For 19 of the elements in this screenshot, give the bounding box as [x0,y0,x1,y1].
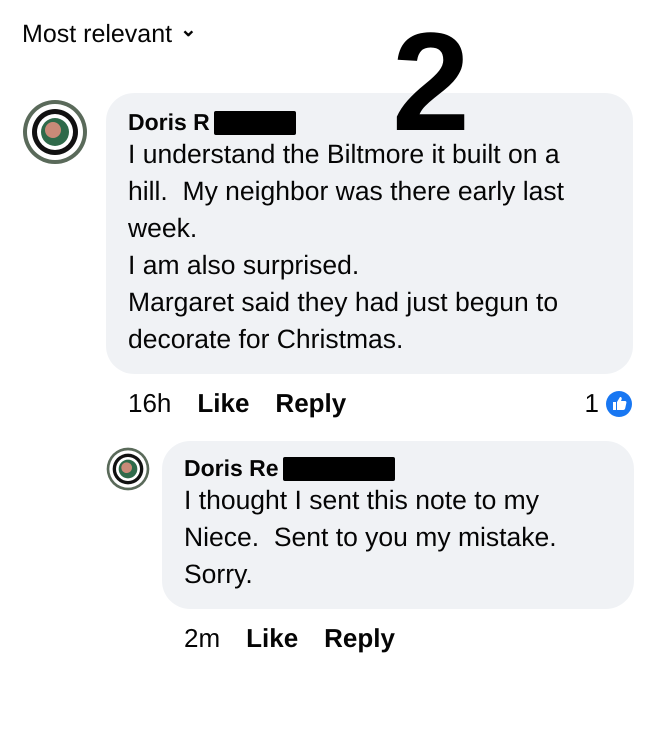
comment-text: Margaret said they had just begun to decorate for Christmas. [128,286,560,356]
avatar-icon[interactable] [106,447,150,491]
author-name[interactable]: Doris Re [184,455,279,482]
action-link[interactable]: Reply [275,388,346,419]
action-link[interactable]: Like [246,623,298,654]
comment-text: I am also surprised. [128,249,360,282]
thumbs-up-icon [605,390,633,418]
sort-dropdown[interactable]: Most relevant ⌄ [22,20,198,49]
comment-text: I understand the Biltmore it built on a hill. My neighbor was there early last week. [128,138,565,245]
author-name[interactable]: Doris R [128,109,210,136]
comment-text: I thought I sent this note to my [184,484,540,517]
reaction-count: 1 [584,388,599,419]
avatar-icon[interactable] [22,99,88,165]
timestamp: 16h [128,388,172,419]
action-link[interactable]: Reply [324,623,395,654]
comment-text: Niece. Sent to you my mistake. Sorry. [184,521,558,591]
timestamp: 2m [184,623,220,654]
annotation-number: 2 [392,30,470,134]
action-link[interactable]: Like [197,388,250,419]
